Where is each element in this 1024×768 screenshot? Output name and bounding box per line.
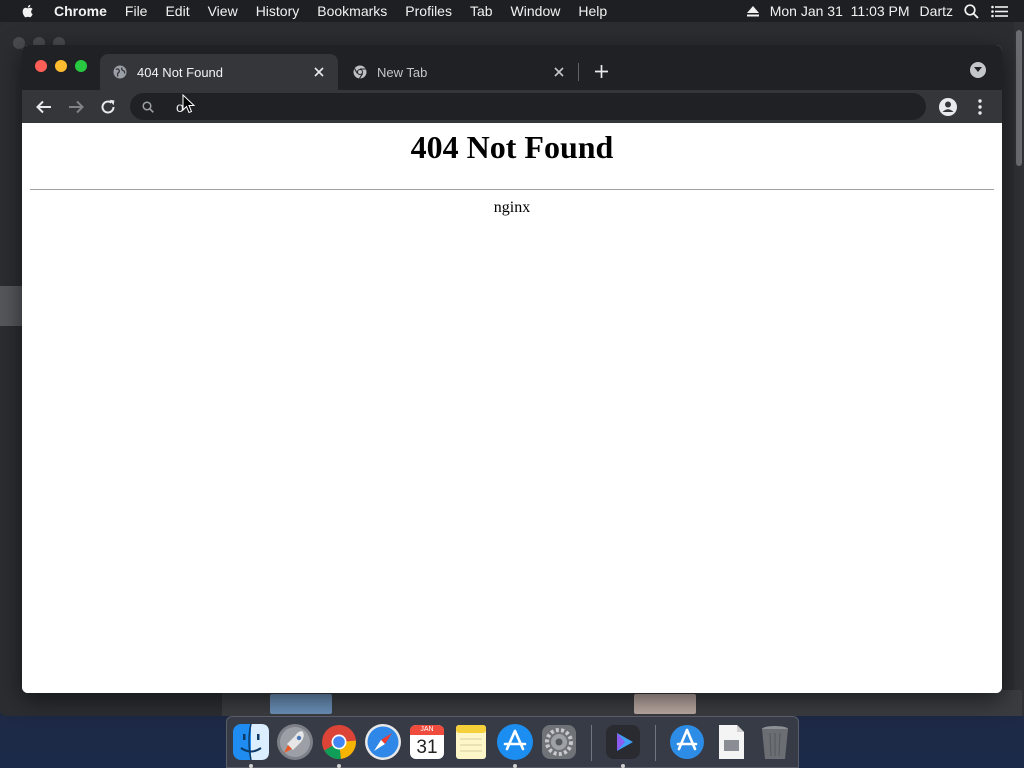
dock-calendar[interactable]: JAN 31 bbox=[407, 722, 447, 762]
dock-trash[interactable] bbox=[755, 722, 795, 762]
reload-icon bbox=[101, 99, 115, 114]
dock-applications-folder[interactable] bbox=[667, 722, 707, 762]
background-thumbnail bbox=[634, 694, 696, 714]
forward-arrow-icon bbox=[69, 100, 84, 114]
trash-icon bbox=[762, 726, 788, 759]
menu-tab[interactable]: Tab bbox=[461, 0, 502, 22]
profile-button[interactable] bbox=[936, 95, 960, 119]
address-input[interactable] bbox=[176, 98, 926, 115]
dock-finder[interactable] bbox=[231, 722, 271, 762]
reload-button[interactable] bbox=[96, 95, 120, 119]
dock-running-indicator bbox=[513, 764, 517, 768]
forward-button[interactable] bbox=[64, 95, 88, 119]
background-thumbnail-strip bbox=[222, 690, 1022, 716]
menu-window[interactable]: Window bbox=[502, 0, 570, 22]
menu-app-name[interactable]: Chrome bbox=[52, 0, 116, 22]
dock: JAN 31 bbox=[226, 716, 799, 768]
background-scrollbar-thumb[interactable] bbox=[1016, 30, 1022, 166]
page-divider bbox=[30, 189, 994, 190]
tab-new-tab[interactable]: New Tab bbox=[340, 54, 578, 90]
calendar-day: 31 bbox=[416, 737, 438, 758]
window-zoom-button[interactable] bbox=[75, 60, 87, 72]
app-store-icon bbox=[497, 724, 533, 760]
plus-icon bbox=[594, 64, 608, 78]
tab-strip: 404 Not Found New Tab bbox=[22, 45, 1002, 90]
page-content: 404 Not Found nginx bbox=[22, 123, 1002, 693]
menu-profiles[interactable]: Profiles bbox=[396, 0, 461, 22]
globe-icon bbox=[112, 64, 128, 80]
chrome-window: 404 Not Found New Tab o 404 Not Found ng… bbox=[22, 45, 1002, 693]
eject-icon[interactable] bbox=[741, 5, 765, 17]
dock-system-preferences[interactable] bbox=[539, 722, 579, 762]
menu-user[interactable]: Dartz bbox=[915, 0, 958, 22]
launchpad-icon bbox=[277, 724, 313, 760]
background-thumbnail bbox=[270, 694, 332, 714]
menu-status-area: Mon Jan 31 11:03 PM Dartz bbox=[741, 0, 1024, 22]
page-heading: 404 Not Found bbox=[410, 129, 614, 165]
menu-help[interactable]: Help bbox=[569, 0, 616, 22]
notes-icon bbox=[456, 725, 486, 759]
menu-clock[interactable]: Mon Jan 31 11:03 PM bbox=[765, 0, 915, 22]
dock-running-indicator bbox=[249, 764, 253, 768]
dock-chrome[interactable] bbox=[319, 722, 359, 762]
profile-icon bbox=[939, 98, 957, 116]
menu-file[interactable]: File bbox=[116, 0, 157, 22]
chevron-down-icon bbox=[974, 67, 982, 72]
video-player-icon bbox=[606, 725, 640, 759]
chrome-app-icon bbox=[322, 725, 356, 760]
tab-close-icon[interactable] bbox=[550, 63, 568, 81]
gear-icon bbox=[542, 725, 576, 759]
document-icon bbox=[719, 725, 744, 759]
finder-icon bbox=[233, 723, 269, 761]
menu-history[interactable]: History bbox=[247, 0, 309, 22]
back-arrow-icon bbox=[36, 100, 51, 114]
browser-toolbar bbox=[22, 90, 1002, 123]
chrome-icon bbox=[352, 64, 368, 80]
address-bar[interactable] bbox=[130, 93, 926, 120]
menu-edit[interactable]: Edit bbox=[156, 0, 198, 22]
new-tab-button[interactable] bbox=[590, 60, 612, 82]
control-center-icon[interactable] bbox=[985, 5, 1014, 18]
dock-document[interactable] bbox=[711, 722, 751, 762]
window-close-button[interactable] bbox=[35, 60, 47, 72]
safari-icon bbox=[365, 724, 401, 760]
tab-separator bbox=[578, 63, 579, 81]
dock-safari[interactable] bbox=[363, 722, 403, 762]
dock-video-app[interactable] bbox=[603, 722, 643, 762]
server-signature: nginx bbox=[493, 199, 531, 216]
applications-folder-icon bbox=[670, 725, 704, 759]
mouse-cursor-icon bbox=[182, 94, 196, 114]
chrome-menu-button[interactable] bbox=[968, 95, 992, 119]
calendar-month: JAN bbox=[420, 726, 434, 733]
dock-app-store[interactable] bbox=[495, 722, 535, 762]
kebab-menu-icon bbox=[978, 99, 982, 115]
background-sidebar-selection bbox=[0, 286, 22, 326]
tab-close-icon[interactable] bbox=[310, 63, 328, 81]
apple-icon[interactable] bbox=[20, 3, 36, 19]
dock-launchpad[interactable] bbox=[275, 722, 315, 762]
dock-running-indicator bbox=[337, 764, 341, 768]
dock-notes[interactable] bbox=[451, 722, 491, 762]
tab-title: New Tab bbox=[377, 64, 428, 80]
search-icon bbox=[140, 99, 156, 115]
window-minimize-button[interactable] bbox=[55, 60, 67, 72]
tab-404-not-found[interactable]: 404 Not Found bbox=[100, 54, 338, 90]
dock-divider bbox=[591, 725, 592, 761]
dock-divider bbox=[655, 725, 656, 761]
tab-title: 404 Not Found bbox=[137, 64, 224, 80]
spotlight-search-icon[interactable] bbox=[958, 3, 985, 19]
back-button[interactable] bbox=[32, 95, 56, 119]
menu-bookmarks[interactable]: Bookmarks bbox=[308, 0, 396, 22]
menu-view[interactable]: View bbox=[199, 0, 247, 22]
dock-running-indicator bbox=[621, 764, 625, 768]
tab-search-button[interactable] bbox=[970, 62, 986, 78]
menu-bar: Chrome File Edit View History Bookmarks … bbox=[0, 0, 1024, 22]
